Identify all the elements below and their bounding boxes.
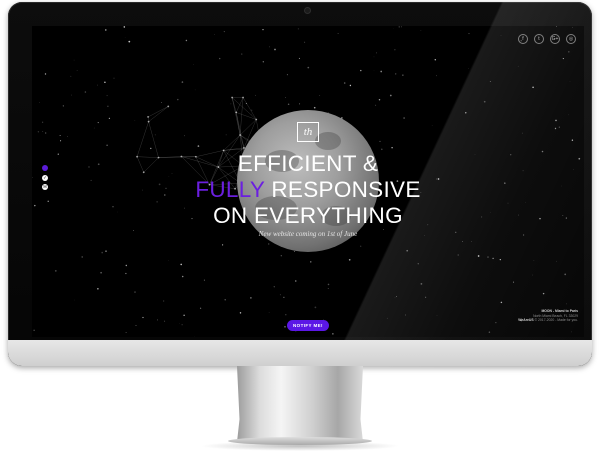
monitor-base (228, 437, 372, 445)
site-logo[interactable]: th (297, 122, 319, 142)
headline-line-2: FULLY RESPONSIVE (32, 177, 584, 203)
facebook-icon[interactable]: f (518, 34, 528, 44)
footer-brand[interactable]: WeAreUS (518, 318, 533, 322)
website-screen: th EFFICIENT & FULLY RESPONSIVE ON EVERY… (32, 26, 584, 337)
monitor-frame: th EFFICIENT & FULLY RESPONSIVE ON EVERY… (8, 2, 600, 368)
nav-dot-check-icon[interactable]: ✓ (42, 174, 48, 181)
footer-line-3: WeAreUS © 2017-2020 - Made for you. (518, 318, 578, 323)
launch-subtitle: New website coming on 1st of June (258, 230, 358, 238)
notify-me-button[interactable]: NOTIFY ME! (287, 320, 329, 331)
nav-dot-mail-icon[interactable]: ✉ (42, 184, 48, 190)
camera-icon (305, 8, 310, 13)
twitter-icon[interactable]: t (534, 34, 544, 44)
headline-line-2-rest: RESPONSIVE (264, 177, 421, 202)
section-nav: ✓ ✉ (42, 165, 48, 194)
monitor-stand (237, 366, 363, 442)
nav-dot-home[interactable] (42, 165, 48, 171)
footer-info: MOON - Miami to Paris North Miami Beach,… (518, 309, 578, 323)
instagram-icon[interactable]: ◎ (566, 34, 576, 44)
headline-line-1: EFFICIENT & (237, 151, 379, 176)
google-plus-icon[interactable]: G+ (550, 34, 560, 44)
headline-accent-word: FULLY (195, 177, 265, 202)
monitor-chin (8, 340, 592, 366)
headline-line-3: ON EVERYTHING (213, 203, 403, 228)
